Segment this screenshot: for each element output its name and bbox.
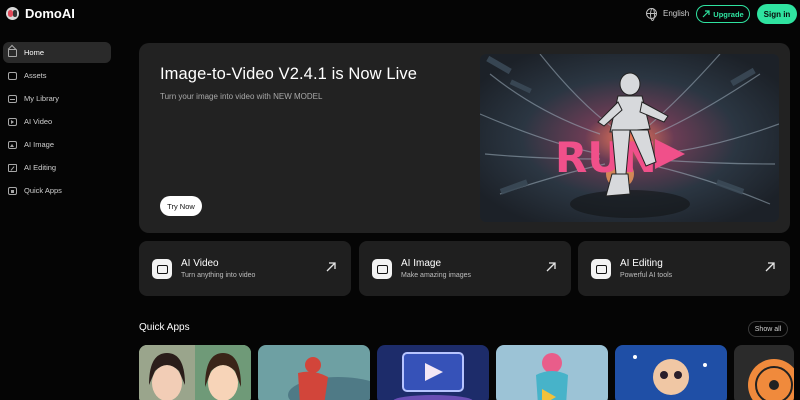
feature-card-ai-editing[interactable]: AI Editing Powerful AI tools xyxy=(578,241,790,296)
sidebar-item-ai-image[interactable]: AI Image xyxy=(3,134,111,155)
apps-icon xyxy=(8,186,17,195)
upgrade-arrow-icon xyxy=(702,10,710,18)
vinyl-thumbnail[interactable] xyxy=(734,345,794,400)
sign-in-button[interactable]: Sign in xyxy=(757,4,797,24)
video-icon xyxy=(8,117,17,126)
editing-icon xyxy=(591,259,611,279)
domoai-logo-icon xyxy=(6,7,19,20)
sidebar-item-label: Assets xyxy=(24,71,47,80)
sidebar-item-my-library[interactable]: My Library xyxy=(3,88,111,109)
home-icon xyxy=(8,48,17,57)
language-label: English xyxy=(663,9,690,18)
feature-card-subtitle: Turn anything into video xyxy=(181,272,256,279)
red-figure-thumbnail[interactable] xyxy=(258,345,370,400)
feature-card-title: AI Editing xyxy=(620,258,663,269)
arrow-up-right-icon xyxy=(546,262,556,272)
play-frame-thumbnail[interactable] xyxy=(377,345,489,400)
sidebar-item-ai-editing[interactable]: AI Editing xyxy=(3,157,111,178)
quick-apps-title: Quick Apps xyxy=(139,322,190,333)
hero-title: Image-to-Video V2.4.1 is Now Live xyxy=(160,65,418,83)
arrow-up-right-icon xyxy=(326,262,336,272)
hero-banner[interactable]: Image-to-Video V2.4.1 is Now Live Turn y… xyxy=(139,43,790,233)
editing-icon xyxy=(8,163,17,172)
sidebar-item-label: Quick Apps xyxy=(24,186,62,195)
arrow-up-right-icon xyxy=(765,262,775,272)
sidebar-item-assets[interactable]: Assets xyxy=(3,65,111,86)
feature-card-subtitle: Powerful AI tools xyxy=(620,272,673,279)
top-bar: DomoAI English Upgrade Sign in xyxy=(0,0,800,30)
globe-icon xyxy=(646,8,657,21)
sidebar-item-quick-apps[interactable]: Quick Apps xyxy=(3,180,111,201)
video-icon xyxy=(152,259,172,279)
feature-card-title: AI Video xyxy=(181,258,219,269)
library-icon xyxy=(8,94,17,103)
hero-subtitle: Turn your image into video with NEW MODE… xyxy=(160,92,323,101)
try-now-button[interactable]: Try Now xyxy=(160,196,202,216)
sidebar-item-ai-video[interactable]: AI Video xyxy=(3,111,111,132)
upgrade-label: Upgrade xyxy=(713,9,744,19)
feature-card-ai-image[interactable]: AI Image Make amazing images xyxy=(359,241,571,296)
sidebar-item-home[interactable]: Home xyxy=(3,42,111,63)
colorful-figure-thumbnail[interactable] xyxy=(496,345,608,400)
sidebar-item-label: AI Image xyxy=(24,140,55,149)
image-icon xyxy=(372,259,392,279)
upgrade-button[interactable]: Upgrade xyxy=(696,5,750,23)
sidebar-item-label: AI Editing xyxy=(24,163,57,172)
hero-artwork: RUN xyxy=(480,54,779,222)
show-all-button[interactable]: Show all xyxy=(748,321,788,337)
sidebar: Home Assets My Library AI Video AI Image… xyxy=(0,42,114,203)
anime-portrait-thumbnail[interactable] xyxy=(139,345,251,400)
sidebar-item-label: Home xyxy=(24,48,45,57)
skull-art-thumbnail[interactable] xyxy=(615,345,727,400)
feature-card-ai-video[interactable]: AI Video Turn anything into video xyxy=(139,241,351,296)
logo[interactable]: DomoAI xyxy=(6,6,75,21)
image-icon xyxy=(8,140,17,149)
assets-icon xyxy=(8,71,17,80)
sidebar-item-label: AI Video xyxy=(24,117,53,126)
sidebar-item-label: My Library xyxy=(24,94,60,103)
language-selector[interactable]: English xyxy=(646,8,690,21)
feature-card-subtitle: Make amazing images xyxy=(401,272,472,279)
app-name: DomoAI xyxy=(25,6,75,21)
feature-card-title: AI Image xyxy=(401,258,442,269)
